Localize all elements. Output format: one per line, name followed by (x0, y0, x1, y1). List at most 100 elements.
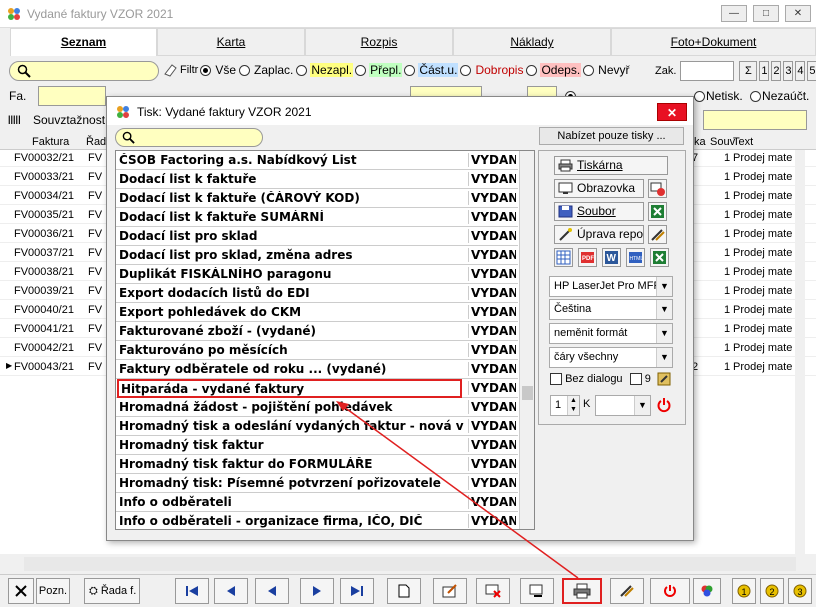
export-excel-button[interactable] (650, 248, 669, 267)
pozn-button[interactable]: Pozn. (36, 578, 70, 604)
report-list-item[interactable]: Info o odběrateli VYDANI (116, 493, 518, 512)
filter-nevyr-radio[interactable] (583, 64, 595, 76)
report-list-item[interactable]: Dodací list pro sklad, změna adres VYDANI (116, 246, 518, 265)
tab-rozpis[interactable]: Rozpis (305, 28, 453, 56)
search-input[interactable] (9, 61, 159, 81)
filter-odeps-radio[interactable] (526, 64, 538, 76)
soubor-button[interactable]: Soubor (554, 202, 644, 221)
color-button[interactable] (693, 578, 721, 604)
report-list-item[interactable]: Hromadná žádost - pojištění pohledávek VY… (116, 398, 518, 417)
language-select[interactable]: Čeština ▼ (549, 299, 673, 320)
num-2-button[interactable]: 2 (771, 61, 782, 81)
dialog-search-input[interactable] (115, 128, 263, 147)
copies-spinner[interactable]: ▲ ▼ (567, 396, 579, 415)
report-edit-button[interactable] (610, 578, 644, 604)
help-3-button[interactable]: 3 (788, 578, 812, 604)
tab-foto-dokument[interactable]: Foto+Dokument (611, 28, 816, 56)
bez-dialogu-checkbox[interactable] (550, 373, 562, 386)
sigma-button[interactable]: Σ (739, 61, 758, 81)
report-list-item[interactable]: Fakturováno po měsících VYDANI (116, 341, 518, 360)
report-list-item[interactable]: Dodací list k faktuře SUMÁRNÍ VYDANI (116, 208, 518, 227)
col-text[interactable]: Text (733, 136, 753, 148)
cancel-button[interactable] (8, 578, 34, 604)
report-list-item[interactable]: Dodací list k faktuře (ČÁROVÝ KOD) VYDANI (116, 189, 518, 208)
report-list-item[interactable]: Faktury odběratele od roku ... (vydané) V… (116, 360, 518, 379)
report-list-item[interactable]: Hromadný tisk faktur VYDANI (116, 436, 518, 455)
col-rada[interactable]: Řad (86, 136, 106, 148)
grid-hscrollbar[interactable] (24, 557, 796, 571)
zak-input[interactable] (680, 61, 735, 81)
export-word-button[interactable]: W (602, 248, 621, 267)
report-list-item[interactable]: Fakturované zboží - (vydané) VYDANI (116, 322, 518, 341)
tab-karta[interactable]: Karta (157, 28, 305, 56)
report-list-scrollbar[interactable] (519, 151, 534, 529)
prev-record-button[interactable] (214, 578, 248, 604)
report-list-scroll-thumb[interactable] (522, 386, 533, 400)
filter-vse-radio[interactable] (200, 64, 212, 76)
report-list-item[interactable]: Duplikát FISKÁLNÍHO paragonu VYDANI (116, 265, 518, 284)
report-list-item[interactable]: Hromadný tisk: Písemné potvrzení pořizov… (116, 474, 518, 493)
excel-button[interactable] (648, 202, 667, 221)
num-5-button[interactable]: 5 (807, 61, 816, 81)
copies-input[interactable]: 1 ▲ ▼ (550, 395, 580, 416)
col-faktura[interactable]: Faktura (32, 136, 69, 148)
report-list-item[interactable]: Hromadný tisk faktur do FORMULÁŘE VYDANI (116, 455, 518, 474)
report-list-item[interactable]: ČSOB Factoring a.s. Nabídkový List VYDANI (116, 151, 518, 170)
dialog-close-button[interactable]: ✕ (657, 103, 687, 121)
filter-zaplac-radio[interactable] (239, 64, 251, 76)
uprava-reportu-button[interactable]: Úprava repor (554, 225, 644, 244)
help-2-button[interactable]: 2 (760, 578, 784, 604)
delete-button[interactable] (476, 578, 510, 604)
first-record-button[interactable] (175, 578, 209, 604)
minimize-button[interactable]: — (721, 5, 747, 22)
tab-seznam[interactable]: Seznam (10, 28, 157, 56)
fa-input[interactable] (38, 86, 106, 106)
report-list-item[interactable]: Dodací list pro sklad VYDANI (116, 227, 518, 246)
new-document-button[interactable] (387, 578, 421, 604)
filter-nezapl-radio[interactable] (296, 64, 308, 76)
report-list-item[interactable]: Dodací list k faktuře VYDANI (116, 170, 518, 189)
export-html-button[interactable]: HTML (626, 248, 645, 267)
col-souv[interactable]: Souv (710, 136, 735, 148)
report-list-item[interactable]: Info o odběrateli - organizace firma, IČ… (116, 512, 518, 529)
export-table-button[interactable] (554, 248, 573, 267)
text-filter-input[interactable] (703, 110, 807, 130)
filter-dobropis-radio[interactable] (460, 64, 472, 76)
printer-select[interactable]: HP LaserJet Pro MFP ▼ (549, 276, 673, 297)
report-list-item[interactable]: Hitparáda - vydané faktury VYDANI (116, 379, 518, 398)
report-list-item[interactable]: Hromadný tisk a odeslání vydaných faktur… (116, 417, 518, 436)
help-1-button[interactable]: 1 (732, 578, 756, 604)
maximize-button[interactable]: □ (753, 5, 779, 22)
close-window-button[interactable]: ✕ (785, 5, 811, 22)
format-select[interactable]: neměnit formát ▼ (549, 323, 673, 344)
transfer-button[interactable] (520, 578, 554, 604)
num-3-button[interactable]: 3 (783, 61, 794, 81)
num-4-button[interactable]: 4 (795, 61, 806, 81)
nabizet-button[interactable]: Nabízet pouze tisky ... (539, 127, 684, 145)
tab-naklady[interactable]: Náklady (453, 28, 611, 56)
report-designer-button[interactable] (648, 225, 667, 244)
grid-scrollbar[interactable] (795, 150, 805, 554)
nine-checkbox[interactable] (629, 373, 642, 386)
exit-button[interactable] (650, 578, 690, 604)
screen-pdf-button[interactable] (648, 179, 667, 198)
report-list-item[interactable]: Export dodacích listů do EDI VYDANI (116, 284, 518, 303)
netisk-radio[interactable] (694, 91, 705, 103)
filter-prepl-radio[interactable] (355, 64, 367, 76)
k-select[interactable]: ▼ (595, 395, 651, 416)
obrazovka-button[interactable]: Obrazovka (554, 179, 644, 198)
eraser-icon[interactable] (162, 62, 178, 78)
nezauct-radio[interactable] (750, 91, 762, 103)
export-pdf-button[interactable]: PDF (578, 248, 597, 267)
last-record-button[interactable] (340, 578, 374, 604)
num-1-button[interactable]: 1 (759, 61, 770, 81)
rada-button[interactable]: ⛭ Řada f. (84, 578, 140, 604)
col-ka[interactable]: ka (694, 136, 706, 148)
report-list-item[interactable]: Export pohledávek do CKM VYDANI (116, 303, 518, 322)
lines-select[interactable]: čáry všechny ▼ (549, 347, 673, 368)
next-record-button[interactable] (300, 578, 334, 604)
settings-icon[interactable] (656, 371, 672, 387)
barcode-icon[interactable]: ||||| (8, 114, 21, 124)
dialog-power-icon[interactable] (656, 397, 672, 413)
filter-castu-radio[interactable] (404, 64, 416, 76)
